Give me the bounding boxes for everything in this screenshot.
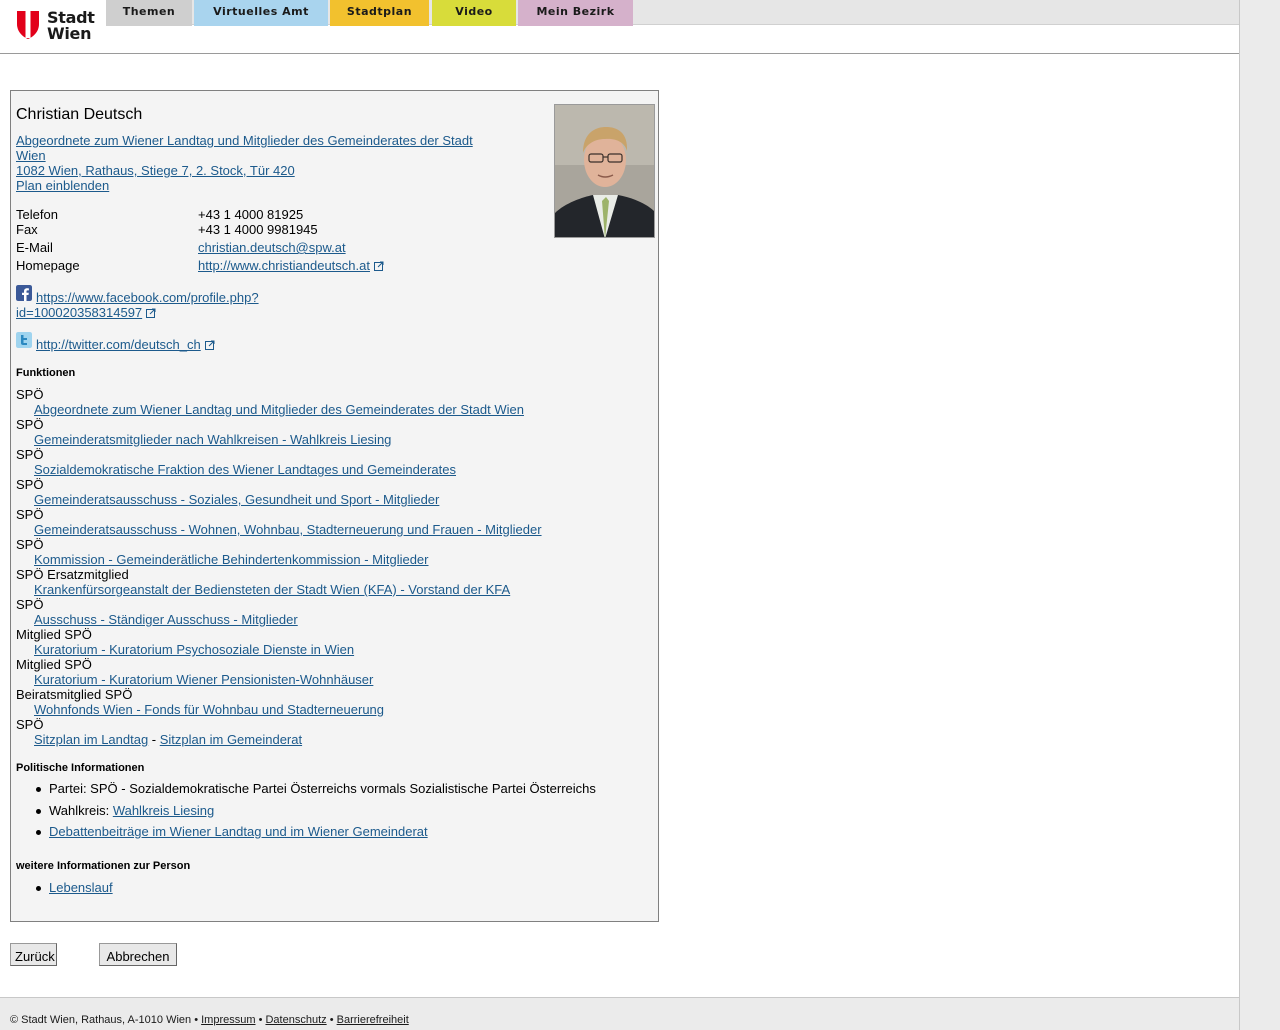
footer-separator: • <box>255 1014 266 1026</box>
function-link[interactable]: Kuratorium - Kuratorium Psychosoziale Di… <box>34 642 354 657</box>
function-party: SPÖ <box>16 597 44 612</box>
external-link-icon <box>373 261 384 271</box>
facebook-link-row2: id=100020358314597 <box>16 305 156 320</box>
portrait-photo <box>554 104 655 238</box>
person-name: Christian Deutsch <box>16 106 143 123</box>
function-link[interactable]: Wohnfonds Wien - Fonds für Wohnbau und S… <box>34 702 384 717</box>
stadt-wien-logo[interactable]: Stadt Wien <box>16 10 96 44</box>
function-link[interactable]: Gemeinderatsausschuss - Soziales, Gesund… <box>34 492 439 507</box>
logo-line-wien: Wien <box>47 24 92 43</box>
political-info-heading: Politische Informationen <box>16 762 145 774</box>
seating-plan-gemeinderat-link[interactable]: Sitzplan im Gemeinderat <box>160 732 302 747</box>
list-bullet <box>36 809 41 814</box>
function-link[interactable]: Sozialdemokratische Fraktion des Wiener … <box>34 462 456 477</box>
twitter-row: http://twitter.com/deutsch_ch <box>36 337 215 352</box>
party-info: Partei: SPÖ - Sozialdemokratische Partei… <box>49 781 596 796</box>
function-party: SPÖ <box>16 537 44 552</box>
show-map-link[interactable]: Plan einblenden <box>16 178 109 193</box>
footer-separator: • <box>326 1014 337 1026</box>
cv-link[interactable]: Lebenslauf <box>49 880 113 895</box>
function-party: SPÖ <box>16 717 44 732</box>
tab-mein-bezirk[interactable]: Mein Bezirk <box>518 0 633 26</box>
function-party: SPÖ <box>16 387 44 402</box>
phone-label: Telefon <box>16 207 58 222</box>
seating-plan-separator: - <box>148 732 160 747</box>
district-info: Wahlkreis: Wahlkreis Liesing <box>49 803 214 818</box>
tab-themen[interactable]: Themen <box>106 0 192 26</box>
back-button[interactable]: Zurück <box>10 943 57 966</box>
fax-label: Fax <box>16 222 38 237</box>
external-link-icon <box>204 340 215 350</box>
twitter-icon <box>16 332 32 348</box>
function-link[interactable]: Kuratorium - Kuratorium Wiener Pensionis… <box>34 672 373 687</box>
datenschutz-link[interactable]: Datenschutz <box>265 1014 326 1026</box>
list-bullet <box>36 830 41 835</box>
function-party: SPÖ <box>16 417 44 432</box>
function-link[interactable]: Gemeinderatsmitglieder nach Wahlkreisen … <box>34 432 391 447</box>
impressum-link[interactable]: Impressum <box>201 1014 255 1026</box>
phone-value: +43 1 4000 81925 <box>198 207 304 222</box>
function-link[interactable]: Kommission - Gemeinderätliche Behinderte… <box>34 552 429 567</box>
tab-virtuelles-amt[interactable]: Virtuelles Amt <box>194 0 328 26</box>
function-party: Mitglied SPÖ <box>16 657 92 672</box>
list-bullet <box>36 787 41 792</box>
role-link-line1[interactable]: Abgeordnete zum Wiener Landtag und Mitgl… <box>16 133 473 148</box>
function-link[interactable]: Abgeordnete zum Wiener Landtag und Mitgl… <box>34 402 524 417</box>
function-party: SPÖ <box>16 477 44 492</box>
seating-plan-row: Sitzplan im Landtag - Sitzplan im Gemein… <box>34 732 302 747</box>
cancel-button[interactable]: Abbrechen <box>99 943 177 966</box>
facebook-link-line2[interactable]: id=100020358314597 <box>16 305 142 320</box>
twitter-link[interactable]: http://twitter.com/deutsch_ch <box>36 337 201 352</box>
tab-stadtplan[interactable]: Stadtplan <box>330 0 429 26</box>
wien-shield-icon <box>17 11 39 39</box>
district-link[interactable]: Wahlkreis Liesing <box>113 803 214 818</box>
portrait-image <box>555 105 654 237</box>
function-link[interactable]: Ausschuss - Ständiger Ausschuss - Mitgli… <box>34 612 298 627</box>
debates-link[interactable]: Debattenbeiträge im Wiener Landtag und i… <box>49 824 428 839</box>
role-link-line2[interactable]: Wien <box>16 148 46 163</box>
function-link[interactable]: Krankenfürsorgeanstalt der Bediensteten … <box>34 582 510 597</box>
fax-value: +43 1 4000 9981945 <box>198 222 318 237</box>
page-side-margin <box>1239 0 1280 1030</box>
tab-video[interactable]: Video <box>432 0 516 26</box>
more-info-heading: weitere Informationen zur Person <box>16 860 191 872</box>
homepage-label: Homepage <box>16 258 80 273</box>
external-link-icon <box>146 308 156 318</box>
facebook-link-line1[interactable]: https://www.facebook.com/profile.php? <box>36 290 259 305</box>
footer-separator: • <box>191 1014 202 1026</box>
address-link[interactable]: 1082 Wien, Rathaus, Stiege 7, 2. Stock, … <box>16 163 295 178</box>
barrierefreiheit-link[interactable]: Barrierefreiheit <box>337 1014 409 1026</box>
homepage-row: http://www.christiandeutsch.at <box>198 258 384 273</box>
footer-text: © Stadt Wien, Rathaus, A-1010 Wien • Imp… <box>10 1014 409 1026</box>
function-party: SPÖ Ersatzmitglied <box>16 567 129 582</box>
district-label: Wahlkreis: <box>49 803 113 818</box>
seating-plan-landtag-link[interactable]: Sitzplan im Landtag <box>34 732 148 747</box>
email-label: E-Mail <box>16 240 53 255</box>
facebook-icon <box>16 285 32 301</box>
function-party: Mitglied SPÖ <box>16 627 92 642</box>
page-footer: © Stadt Wien, Rathaus, A-1010 Wien • Imp… <box>0 997 1239 1030</box>
function-party: SPÖ <box>16 507 44 522</box>
homepage-link[interactable]: http://www.christiandeutsch.at <box>198 258 370 273</box>
functions-heading: Funktionen <box>16 367 76 379</box>
logo-text: Stadt Wien <box>47 10 95 42</box>
function-party: Beiratsmitglied SPÖ <box>16 687 133 702</box>
email-link[interactable]: christian.deutsch@spw.at <box>198 240 346 255</box>
function-link[interactable]: Gemeinderatsausschuss - Wohnen, Wohnbau,… <box>34 522 542 537</box>
list-bullet <box>36 886 41 891</box>
person-card: Christian Deutsch Abgeordnete zum Wiener… <box>10 90 659 922</box>
function-party: SPÖ <box>16 447 44 462</box>
copyright-text: © Stadt Wien, Rathaus, A-1010 Wien <box>10 1014 192 1026</box>
